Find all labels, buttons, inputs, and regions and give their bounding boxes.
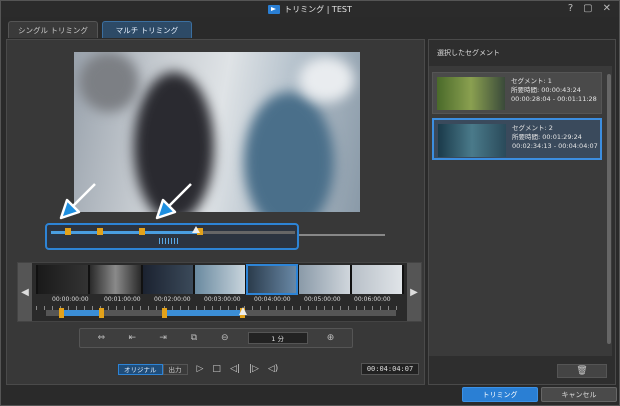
ruler-timecode: 00:00:00:00 bbox=[52, 296, 89, 303]
segment-range: 00:00:28:04 - 00:01:11:28 bbox=[511, 95, 597, 103]
segment-range: 00:02:34:13 - 00:04:04:07 bbox=[512, 142, 598, 150]
film-frame bbox=[38, 265, 89, 294]
next-frame-icon[interactable]: |▷ bbox=[249, 364, 259, 374]
film-frame bbox=[351, 265, 402, 294]
zoom-in-icon[interactable]: ⊕ bbox=[322, 333, 338, 343]
overview-segment-marker[interactable] bbox=[97, 228, 103, 235]
split-segment-icon[interactable]: ⧉ bbox=[186, 333, 202, 343]
play-icon[interactable]: ▷ bbox=[197, 364, 204, 374]
trim-mode-tabs: シングル トリミング マルチ トリミング bbox=[8, 21, 192, 38]
video-preview bbox=[74, 52, 360, 212]
playback-bar: オリジナル 出力 ▷ □ ◁| |▷ ◁) 00:04:04:07 bbox=[6, 359, 425, 379]
zoom-out-icon[interactable]: ⊖ bbox=[217, 333, 233, 343]
segment-end-handle[interactable] bbox=[99, 308, 104, 318]
annotation-arrow-icon bbox=[155, 183, 192, 220]
timeline-ruler-labels: 00:00:00:00 00:01:00:00 00:02:00:00 00:0… bbox=[36, 296, 404, 306]
cancel-button[interactable]: キャンセル bbox=[541, 387, 617, 402]
mark-out-icon[interactable]: ⇥ bbox=[155, 333, 171, 343]
overview-track-extension bbox=[299, 234, 385, 236]
film-frame bbox=[90, 265, 141, 294]
stop-icon[interactable]: □ bbox=[212, 364, 221, 374]
previous-frame-icon[interactable]: ◁| bbox=[230, 364, 240, 374]
annotation-arrow-icon bbox=[59, 183, 96, 220]
minimize-icon[interactable]: ▢ bbox=[583, 3, 592, 14]
film-frame bbox=[142, 265, 193, 294]
segment-thumbnail bbox=[438, 124, 506, 157]
mode-original-button[interactable]: オリジナル bbox=[118, 363, 163, 375]
overview-playhead[interactable] bbox=[192, 226, 200, 233]
mode-output-button[interactable]: 出力 bbox=[162, 363, 188, 375]
segment-name: セグメント: 1 bbox=[511, 77, 552, 85]
segment-item-selected[interactable]: セグメント: 2 所要時間: 00:01:29:24 00:02:34:13 -… bbox=[432, 118, 602, 160]
ruler-timecode: 00:05:00:00 bbox=[304, 296, 341, 303]
scroll-right-button[interactable]: ▶ bbox=[407, 263, 421, 321]
ruler-timecode: 00:02:00:00 bbox=[154, 296, 191, 303]
trim-button[interactable]: トリミング bbox=[462, 387, 538, 402]
film-frame bbox=[194, 265, 246, 294]
segment-name: セグメント: 2 bbox=[512, 124, 553, 132]
overview-range bbox=[51, 231, 197, 234]
app-logo-icon bbox=[268, 4, 281, 14]
segment-duration: 所要時間: 00:01:29:24 bbox=[512, 133, 582, 141]
help-icon[interactable]: ? bbox=[568, 3, 573, 14]
film-frame-current bbox=[246, 264, 299, 295]
segment-item[interactable]: セグメント: 1 所要時間: 00:00:43:24 00:00:28:04 -… bbox=[432, 72, 602, 114]
preview-panel: ◀ 00:00:00:00 00:01:00:00 00:02:00:00 00… bbox=[6, 39, 425, 385]
segment-track[interactable] bbox=[46, 307, 396, 318]
overview-segment-marker[interactable] bbox=[139, 228, 145, 235]
filmstrip-area: ◀ 00:00:00:00 00:01:00:00 00:02:00:00 00… bbox=[17, 262, 422, 322]
title-bar: トリミング | TEST ? ▢ ✕ bbox=[1, 1, 619, 17]
scroll-left-button[interactable]: ◀ bbox=[18, 263, 32, 321]
delete-segment-button[interactable]: 🗑 bbox=[557, 364, 607, 378]
trash-icon: 🗑 bbox=[576, 366, 588, 376]
overview-timeline[interactable] bbox=[45, 223, 299, 250]
overview-track[interactable] bbox=[51, 226, 295, 235]
tab-single-trim[interactable]: シングル トリミング bbox=[8, 21, 98, 38]
segment-start-handle[interactable] bbox=[162, 308, 167, 318]
ruler-timecode: 00:01:00:00 bbox=[104, 296, 141, 303]
zoom-level-display: 1 分 bbox=[247, 332, 308, 344]
ruler-timecode: 00:04:00:00 bbox=[254, 296, 291, 303]
segment-list-scrollbar[interactable] bbox=[606, 66, 612, 356]
mark-in-icon[interactable]: ⇤ bbox=[124, 333, 140, 343]
segment-thumbnail bbox=[437, 77, 505, 110]
mark-toggle-icon[interactable]: ⇔ bbox=[93, 333, 109, 343]
tab-multi-trim[interactable]: マルチ トリミング bbox=[102, 21, 192, 38]
panel-title: 選択したセグメント bbox=[437, 49, 500, 57]
segment-start-handle[interactable] bbox=[59, 308, 64, 318]
filmstrip[interactable] bbox=[36, 264, 404, 295]
segment-list: セグメント: 1 所要時間: 00:00:43:24 00:00:28:04 -… bbox=[429, 66, 607, 356]
scrollbar-thumb[interactable] bbox=[607, 74, 611, 344]
trim-dialog: トリミング | TEST ? ▢ ✕ シングル トリミング マルチ トリミング bbox=[0, 0, 620, 406]
ruler-timecode: 00:06:00:00 bbox=[354, 296, 391, 303]
segment-duration: 所要時間: 00:00:43:24 bbox=[511, 86, 581, 94]
segment-bar[interactable] bbox=[61, 310, 101, 316]
timeline-playhead[interactable] bbox=[239, 307, 247, 315]
ruler-timecode: 00:03:00:00 bbox=[204, 296, 241, 303]
timecode-display: 00:04:04:07 bbox=[361, 363, 419, 375]
close-icon[interactable]: ✕ bbox=[603, 3, 611, 14]
trim-toolbar: ⇔ ⇤ ⇥ ⧉ ⊖ 1 分 ⊕ bbox=[79, 328, 353, 348]
segment-bar[interactable] bbox=[164, 310, 242, 316]
selected-segments-panel: 選択したセグメント セグメント: 1 所要時間: 00:00:43:24 00:… bbox=[428, 39, 616, 385]
film-frame bbox=[299, 265, 350, 294]
overview-segment-marker[interactable] bbox=[65, 228, 71, 235]
overview-grip-handle[interactable] bbox=[159, 238, 179, 244]
volume-icon[interactable]: ◁) bbox=[268, 364, 278, 374]
window-title: トリミング | TEST bbox=[284, 4, 352, 14]
